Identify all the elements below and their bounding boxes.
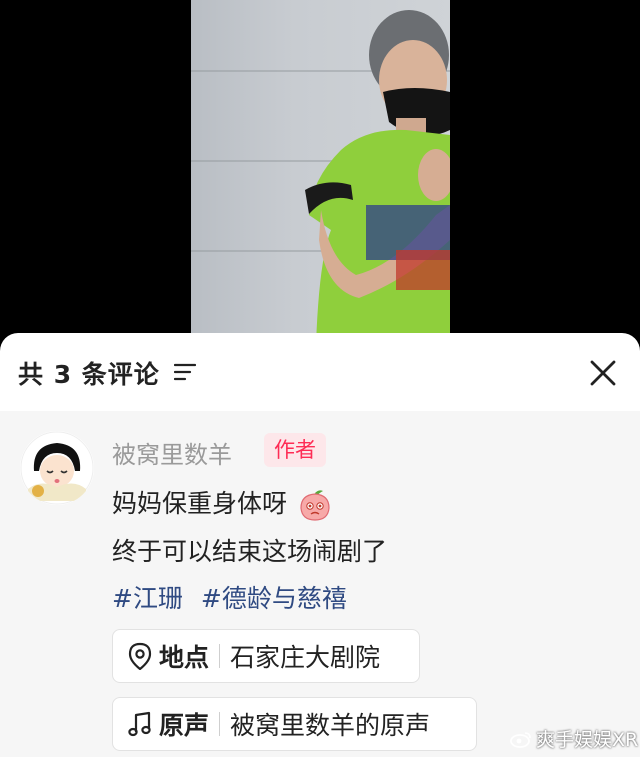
avatar[interactable] (20, 431, 94, 505)
location-chip[interactable]: 地点 石家庄大剧院 (112, 629, 420, 683)
comments-header: 共 3 条评论 (0, 333, 640, 411)
sound-chip[interactable]: 原声 被窝里数羊的原声 (112, 697, 477, 751)
watermark-text: 爽手娱娱XR (536, 729, 639, 751)
music-note-icon (128, 711, 151, 737)
comment-text-line-2: 终于可以结束这场闹剧了 (112, 537, 388, 566)
weibo-logo-icon (510, 731, 531, 748)
video-player[interactable] (0, 0, 640, 345)
close-icon[interactable] (589, 359, 617, 387)
location-value: 石家庄大剧院 (230, 643, 381, 672)
watermark: 爽手娱娱XR (510, 725, 638, 752)
comments-count-title: 共 3 条评论 (18, 360, 160, 389)
hashtag-row: #江珊 #德龄与慈禧 (112, 579, 357, 615)
comment-text: 妈妈保重身体呀 (112, 489, 288, 518)
video-frame[interactable] (191, 0, 450, 345)
video-person-figure (305, 10, 450, 345)
chip-divider (219, 712, 221, 736)
comment-list: 被窝里数羊 作者 妈妈保重身体呀 终于可以结束这场闹剧了 #江珊 #德龄与慈禧 (0, 411, 640, 757)
hashtag-link[interactable]: #江珊 (112, 584, 183, 613)
comment-username[interactable]: 被窝里数羊 (112, 435, 232, 470)
location-label: 地点 (159, 643, 210, 672)
author-badge: 作者 (264, 433, 326, 467)
peach-emoji-icon (300, 490, 330, 521)
hashtag-link[interactable]: #德龄与慈禧 (201, 584, 347, 613)
avatar-illustration (20, 431, 94, 505)
location-pin-icon (128, 642, 152, 670)
sort-icon[interactable] (174, 362, 196, 382)
chip-divider (219, 644, 221, 668)
comments-sheet: 共 3 条评论 被窝里数羊 作者 妈妈保重身体呀 终于可以结束这场闹剧了 #江珊… (0, 333, 640, 757)
sound-label: 原声 (159, 711, 210, 740)
comment-text-line-1: 妈妈保重身体呀 (112, 484, 333, 523)
sound-value: 被窝里数羊的原声 (230, 711, 431, 740)
